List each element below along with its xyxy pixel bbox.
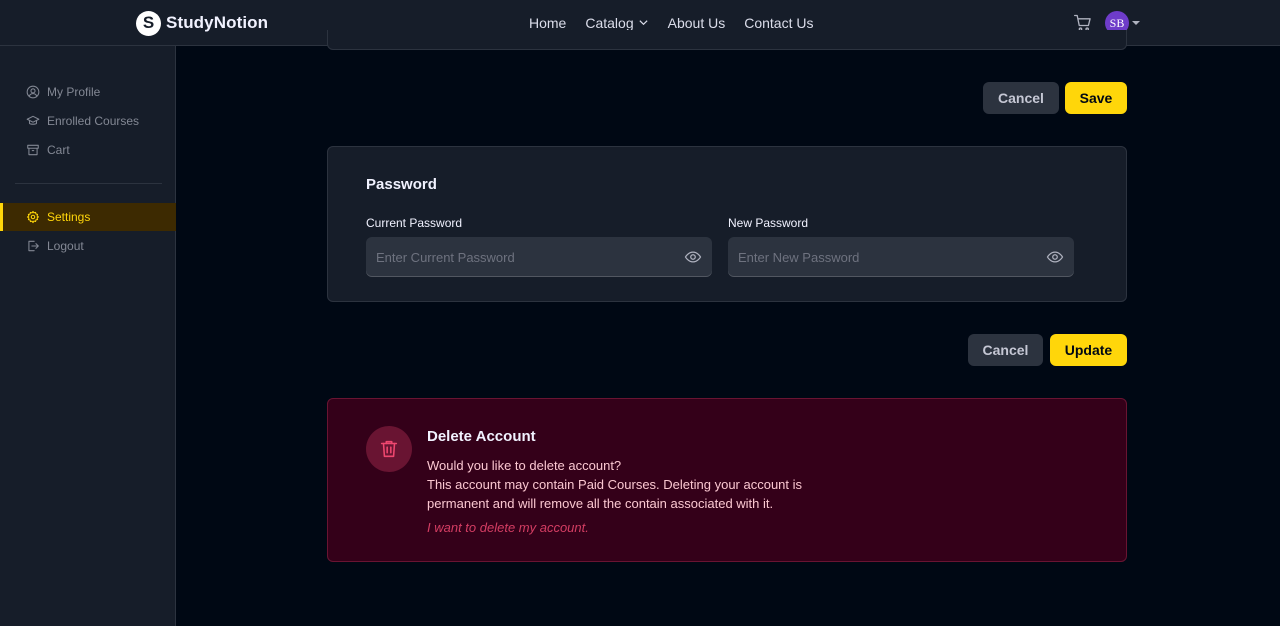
sidebar-item-label: Enrolled Courses xyxy=(47,114,140,128)
current-password-label: Current Password xyxy=(366,216,463,230)
nav-link-home[interactable]: Home xyxy=(529,15,566,31)
logo-mark-icon: S xyxy=(136,10,161,36)
nav-link-contact[interactable]: Contact Us xyxy=(744,15,813,31)
delete-account-link[interactable]: I want to delete my account. xyxy=(427,520,589,535)
sidebar: My Profile Enrolled Courses Cart Setting… xyxy=(0,46,176,626)
delete-account-line: Would you like to delete account? xyxy=(427,458,622,473)
eye-icon[interactable] xyxy=(1046,248,1064,266)
new-password-field xyxy=(728,237,1074,277)
password-card: Password Current Password New Password xyxy=(327,146,1127,302)
nav-link-catalog-label: Catalog xyxy=(585,15,634,31)
chevron-down-icon xyxy=(638,15,649,31)
brand-logo[interactable]: S StudyNotion xyxy=(136,10,268,36)
nav-links: Home Catalog About Us Contact Us xyxy=(529,15,813,31)
logout-icon xyxy=(26,239,40,253)
sidebar-item-enrolled-courses[interactable]: Enrolled Courses xyxy=(0,107,176,135)
new-password-input[interactable] xyxy=(728,237,1074,277)
sidebar-item-logout[interactable]: Logout xyxy=(0,232,176,260)
nav-link-about[interactable]: About Us xyxy=(668,15,726,31)
new-password-label: New Password xyxy=(728,216,809,230)
nav-link-catalog[interactable]: Catalog xyxy=(585,15,648,31)
sidebar-item-label: Logout xyxy=(47,239,84,253)
update-button[interactable]: Update xyxy=(1050,334,1127,366)
sidebar-item-my-profile[interactable]: My Profile xyxy=(0,78,176,106)
eye-icon[interactable] xyxy=(684,248,702,266)
current-password-input[interactable] xyxy=(366,237,712,277)
sidebar-item-settings[interactable]: Settings xyxy=(0,203,176,231)
sidebar-item-label: Cart xyxy=(47,143,70,157)
delete-account-card: Delete Account Would you like to delete … xyxy=(327,398,1127,562)
current-password-field xyxy=(366,237,712,277)
user-circle-icon xyxy=(26,85,40,99)
trash-icon xyxy=(366,426,412,472)
graduation-cap-icon xyxy=(26,114,40,128)
profile-info-card xyxy=(327,30,1127,50)
password-section-title: Password xyxy=(366,176,437,193)
gear-icon xyxy=(26,210,40,224)
delete-account-line: permanent and will remove all the contai… xyxy=(427,496,774,511)
brand-name: StudyNotion xyxy=(166,13,269,32)
save-button[interactable]: Save xyxy=(1065,82,1127,114)
archive-icon xyxy=(26,143,40,157)
caret-down-icon xyxy=(1131,18,1141,28)
profile-cancel-button[interactable]: Cancel xyxy=(983,82,1059,114)
delete-account-title: Delete Account xyxy=(427,428,536,445)
delete-account-description: Would you like to delete account? This a… xyxy=(427,456,847,513)
sidebar-divider xyxy=(15,183,162,184)
delete-account-line: This account may contain Paid Courses. D… xyxy=(427,477,803,492)
sidebar-item-label: My Profile xyxy=(47,85,101,99)
sidebar-item-cart[interactable]: Cart xyxy=(0,136,176,164)
password-cancel-button[interactable]: Cancel xyxy=(968,334,1043,366)
sidebar-item-label: Settings xyxy=(47,210,91,224)
